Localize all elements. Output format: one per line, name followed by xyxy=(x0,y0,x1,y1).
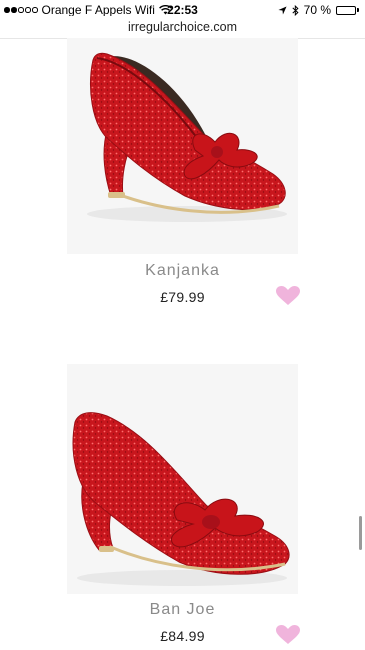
product-image[interactable] xyxy=(67,38,298,254)
scrollbar[interactable] xyxy=(359,516,362,550)
product-name[interactable]: Kanjanka xyxy=(0,262,365,280)
shoe-image xyxy=(72,412,290,586)
signal-strength-icon xyxy=(4,7,38,13)
product-card[interactable]: Ban Joe £84.99 xyxy=(0,364,365,650)
product-name[interactable]: Ban Joe xyxy=(0,601,365,619)
shoe-image xyxy=(87,52,287,222)
status-right: 70 % xyxy=(278,3,359,17)
status-left: Orange F Appels Wifi xyxy=(4,3,172,17)
product-image[interactable] xyxy=(67,364,298,594)
address-bar[interactable]: irregularchoice.com xyxy=(0,16,365,39)
battery-percent: 70 % xyxy=(303,3,331,17)
carrier-label: Orange F Appels Wifi xyxy=(41,3,155,17)
battery-icon xyxy=(336,5,359,15)
product-price: £84.99 xyxy=(160,628,205,644)
product-price: £79.99 xyxy=(160,289,205,305)
wifi-icon xyxy=(158,5,172,15)
bluetooth-icon xyxy=(292,4,299,16)
url-text: irregularchoice.com xyxy=(127,20,238,34)
product-card[interactable]: Kanjanka £79.99 xyxy=(0,38,365,318)
wishlist-heart-icon[interactable] xyxy=(276,625,300,645)
wishlist-heart-icon[interactable] xyxy=(276,286,300,306)
location-arrow-icon xyxy=(278,5,287,15)
